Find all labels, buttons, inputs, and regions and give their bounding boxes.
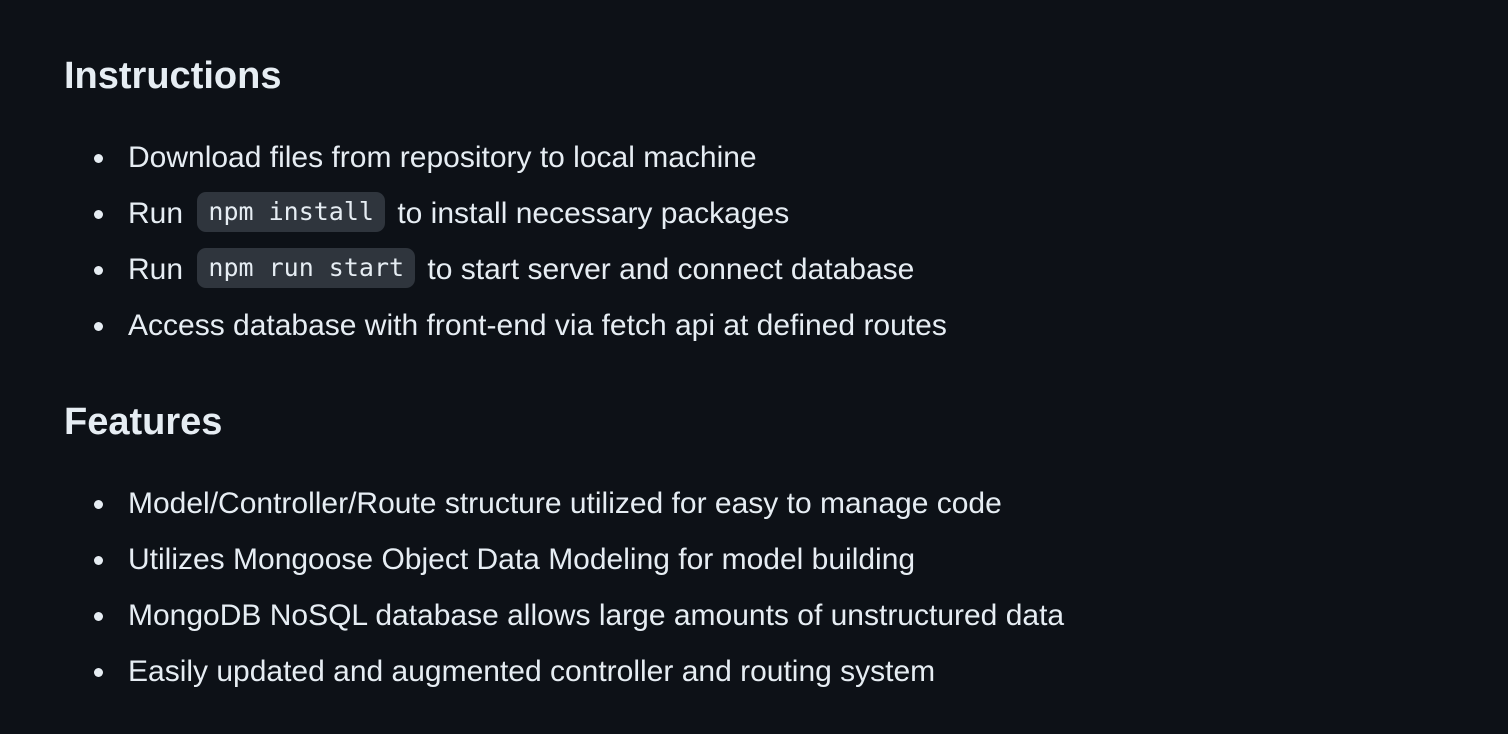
instructions-heading: Instructions xyxy=(64,55,282,97)
list-item-text-after: to install necessary packages xyxy=(397,197,790,230)
bullet-icon xyxy=(94,322,103,331)
list-item-text-before: Run xyxy=(128,197,184,230)
list-item: Easily updated and augmented controller … xyxy=(0,644,1064,700)
bullet-icon xyxy=(94,154,103,163)
list-item: Run npm install to install necessary pac… xyxy=(0,186,947,242)
readme-content: Instructions Download files from reposit… xyxy=(0,0,1508,734)
bullet-icon xyxy=(94,668,103,677)
list-item-text-before: Run xyxy=(128,253,184,286)
bullet-icon xyxy=(94,500,103,509)
list-item-text-after: to start server and connect database xyxy=(427,253,915,286)
list-item: Model/Controller/Route structure utilize… xyxy=(0,476,1064,532)
list-item: Access database with front-end via fetch… xyxy=(0,298,947,354)
list-item: MongoDB NoSQL database allows large amou… xyxy=(0,588,1064,644)
bullet-icon xyxy=(94,612,103,621)
inline-code: npm run start xyxy=(197,248,416,289)
instructions-list: Download files from repository to local … xyxy=(0,130,947,354)
list-item: Run npm run start to start server and co… xyxy=(0,242,947,298)
features-heading: Features xyxy=(64,401,223,443)
list-item-text: Utilizes Mongoose Object Data Modeling f… xyxy=(128,543,916,576)
inline-code: npm install xyxy=(197,192,385,233)
list-item-text: Access database with front-end via fetch… xyxy=(128,309,947,342)
list-item-text: MongoDB NoSQL database allows large amou… xyxy=(128,599,1065,632)
bullet-icon xyxy=(94,556,103,565)
bullet-icon xyxy=(94,210,103,219)
list-item: Download files from repository to local … xyxy=(0,130,947,186)
list-item-text: Download files from repository to local … xyxy=(128,141,757,174)
list-item: Utilizes Mongoose Object Data Modeling f… xyxy=(0,532,1064,588)
bullet-icon xyxy=(94,266,103,275)
list-item-text: Easily updated and augmented controller … xyxy=(128,655,936,688)
list-item-text: Model/Controller/Route structure utilize… xyxy=(128,487,1002,520)
features-list: Model/Controller/Route structure utilize… xyxy=(0,476,1064,700)
